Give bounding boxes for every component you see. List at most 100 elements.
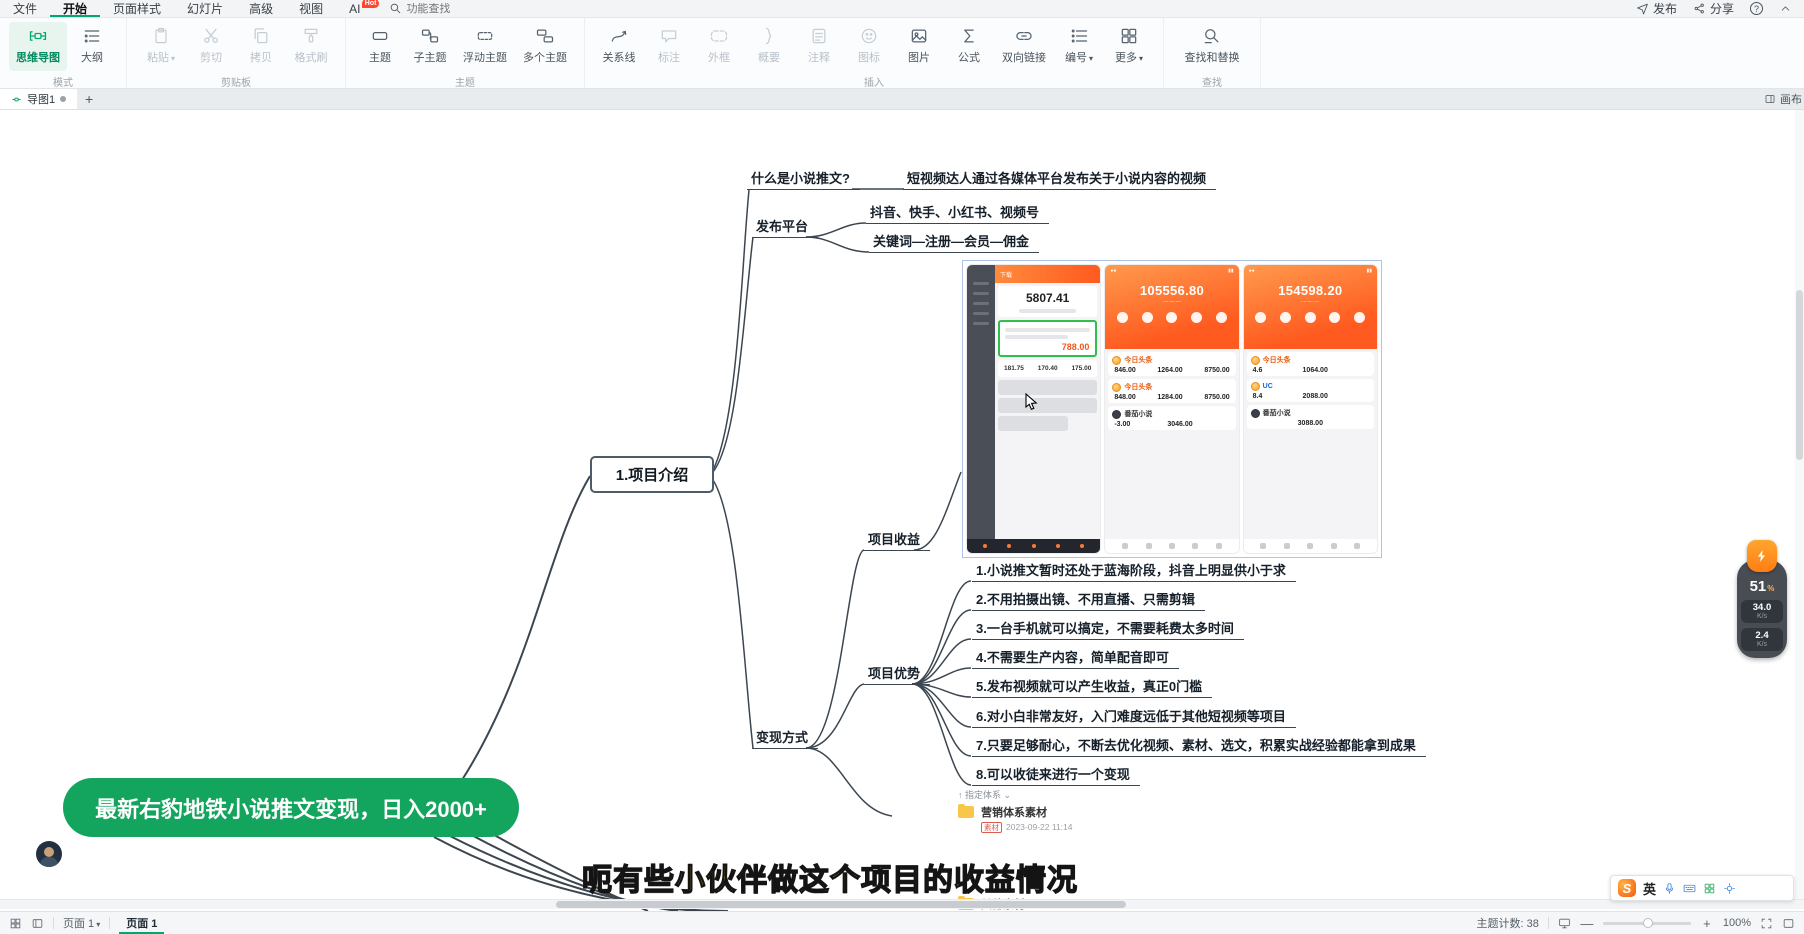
node-monetize[interactable]: 变现方式 <box>752 729 818 749</box>
numbering-button[interactable]: 编号 <box>1054 22 1104 71</box>
advantage-item-1[interactable]: 1.小说推文暂时还处于蓝海阶段，抖音上明显供小于求 <box>972 562 1296 582</box>
relation-line-button[interactable]: 关系线 <box>594 22 644 71</box>
menu-ai[interactable]: AI Hot <box>336 0 373 17</box>
net-monitor-widget[interactable]: 51% 34.0K/s 2.4K/s <box>1737 540 1787 658</box>
settings-icon[interactable] <box>1723 882 1736 895</box>
outline-mode-label: 大纲 <box>81 49 103 65</box>
canvas-panel-label: 画布 <box>1780 91 1802 107</box>
tab-map1[interactable]: 导图1 <box>0 89 77 109</box>
advantage-item-5[interactable]: 5.发布视频就可以产生收益，真正0门槛 <box>972 678 1212 698</box>
download-speed: 34.0K/s <box>1741 600 1783 623</box>
zoom-level[interactable]: 100% <box>1723 917 1751 929</box>
horizontal-scrollbar-thumb[interactable] <box>556 901 1126 908</box>
mic-icon[interactable] <box>1663 882 1676 895</box>
topic-label: 主题 <box>369 49 391 65</box>
phone3-header: ●●▮▮ 154598.20 — — — <box>1244 265 1377 349</box>
outline-mode-button[interactable]: 大纲 <box>67 22 117 71</box>
subtopic-button[interactable]: 子主题 <box>405 22 455 71</box>
advantage-item-6[interactable]: 6.对小白非常友好，入门难度远低于其他短视频等项目 <box>972 708 1296 728</box>
menu-home-label: 开始 <box>63 0 87 17</box>
advantage-item-2[interactable]: 2.不用拍摄出镜、不用直播、只需剪辑 <box>972 591 1205 611</box>
boundary-button[interactable]: 外框 <box>694 22 744 71</box>
normal-view-icon[interactable] <box>31 917 44 930</box>
mindmap-canvas[interactable]: 1.项目介绍 什么是小说推文? 短视频达人通过各媒体平台发布关于小说内容的视频 … <box>0 110 1804 911</box>
zoom-out-button[interactable]: — <box>1580 916 1594 931</box>
presentation-icon[interactable] <box>1558 917 1571 930</box>
node-platform-child-2[interactable]: 关键词—注册—会员—佣金 <box>869 233 1039 253</box>
ribbon-group-topic: 主题 子主题 浮动主题 多个主题 主题 <box>346 18 585 88</box>
menu-advanced[interactable]: 高级 <box>236 0 286 17</box>
share-button[interactable]: 分享 <box>1693 0 1734 17</box>
zoom-in-button[interactable]: + <box>1700 916 1714 931</box>
topic-button[interactable]: 主题 <box>355 22 405 71</box>
root-topic[interactable]: 1.项目介绍 <box>590 456 714 493</box>
callout-button[interactable]: 标注 <box>644 22 694 71</box>
page-tab-active[interactable]: 页面 1 <box>119 913 164 934</box>
phone1-nav-bar <box>967 539 1100 553</box>
mindmap-mode-label: 思维导图 <box>16 49 60 65</box>
advantage-item-7[interactable]: 7.只要足够耐心，不断去优化视频、素材、选文，积累实战经验都能拿到成果 <box>972 737 1426 757</box>
search-input[interactable] <box>406 3 496 15</box>
file-list-header[interactable]: 指定体系 <box>958 788 1258 801</box>
node-advantage[interactable]: 项目优势 <box>864 665 930 685</box>
numbering-icon <box>1069 26 1089 46</box>
zoom-slider-knob[interactable] <box>1643 918 1653 928</box>
toolbox-icon[interactable] <box>1703 882 1716 895</box>
hot-badge: Hot <box>362 0 380 8</box>
fit-screen-icon[interactable] <box>1760 917 1773 930</box>
vertical-scrollbar[interactable] <box>1795 110 1804 899</box>
page-selector[interactable]: 页面 1 <box>63 915 100 931</box>
ime-language-toggle[interactable]: 英 <box>1643 879 1656 898</box>
statusbar-right: 主题计数: 38 — + 100% <box>1477 915 1796 931</box>
bidirectional-link-button[interactable]: 双向链接 <box>994 22 1054 71</box>
publish-button[interactable]: 发布 <box>1636 0 1677 17</box>
note-button[interactable]: 注释 <box>794 22 844 71</box>
central-topic-pill[interactable]: 最新右豹地铁小说推文变现，日入2000+ <box>63 778 519 837</box>
canvas-panel-toggle[interactable]: 画布 <box>1764 91 1804 107</box>
node-what-is[interactable]: 什么是小说推文? <box>747 170 860 190</box>
fullscreen-icon[interactable] <box>1782 917 1795 930</box>
share-label: 分享 <box>1710 0 1734 17</box>
floating-topic-button[interactable]: 浮动主题 <box>455 22 515 71</box>
menu-file[interactable]: 文件 <box>0 0 50 17</box>
group-label-insert: 插入 <box>594 71 1154 92</box>
more-button[interactable]: 更多 <box>1104 22 1154 71</box>
find-replace-button[interactable]: 查找和替换 <box>1173 22 1251 71</box>
format-painter-button[interactable]: 格式刷 <box>286 22 336 71</box>
menu-view[interactable]: 视图 <box>286 0 336 17</box>
group-label-find: 查找 <box>1173 71 1251 92</box>
advantage-item-8[interactable]: 8.可以收徒来进行一个变现 <box>972 766 1140 786</box>
menu-page-style[interactable]: 页面样式 <box>100 0 174 17</box>
income-screenshot-image[interactable]: 下载 5807.41 788.00 181.75170.40175.00 <box>962 260 1382 558</box>
ime-toolbar[interactable]: S 英 <box>1610 875 1794 901</box>
file-row-1[interactable]: 营销体系素材 素材2023-09-22 11:14 <box>958 804 1072 833</box>
keyboard-icon[interactable] <box>1683 882 1696 895</box>
icon-button[interactable]: 图标 <box>844 22 894 71</box>
image-button[interactable]: 图片 <box>894 22 944 71</box>
advantage-item-3[interactable]: 3.一台手机就可以搞定，不需要耗费太多时间 <box>972 620 1244 640</box>
copy-button[interactable]: 拷贝 <box>236 22 286 71</box>
node-platform-child-1[interactable]: 抖音、快手、小红书、视频号 <box>866 204 1049 224</box>
node-income[interactable]: 项目收益 <box>864 531 930 551</box>
advantage-item-4[interactable]: 4.不需要生产内容，简单配音即可 <box>972 649 1179 669</box>
multi-topic-button[interactable]: 多个主题 <box>515 22 575 71</box>
collapse-ribbon-icon[interactable] <box>1779 2 1792 15</box>
grid-view-icon[interactable] <box>9 917 22 930</box>
sogou-logo[interactable]: S <box>1618 879 1636 897</box>
vertical-scrollbar-thumb[interactable] <box>1796 290 1803 460</box>
horizontal-scrollbar[interactable] <box>0 899 1804 909</box>
cut-button[interactable]: 剪切 <box>186 22 236 71</box>
topic-icon <box>370 26 390 46</box>
summary-button[interactable]: 概要 <box>744 22 794 71</box>
paste-button[interactable]: 粘贴 <box>136 22 186 71</box>
menu-home[interactable]: 开始 <box>50 0 100 17</box>
menu-slides[interactable]: 幻灯片 <box>174 0 236 17</box>
mindmap-mode-button[interactable]: 思维导图 <box>9 22 67 71</box>
feature-search[interactable] <box>389 2 496 15</box>
node-platform[interactable]: 发布平台 <box>752 218 818 238</box>
help-button[interactable]: ? <box>1750 2 1763 15</box>
node-what-is-child[interactable]: 短视频达人通过各媒体平台发布关于小说内容的视频 <box>903 170 1216 190</box>
add-map-button[interactable]: + <box>77 91 101 107</box>
zoom-slider[interactable] <box>1603 922 1691 925</box>
formula-button[interactable]: 公式 <box>944 22 994 71</box>
